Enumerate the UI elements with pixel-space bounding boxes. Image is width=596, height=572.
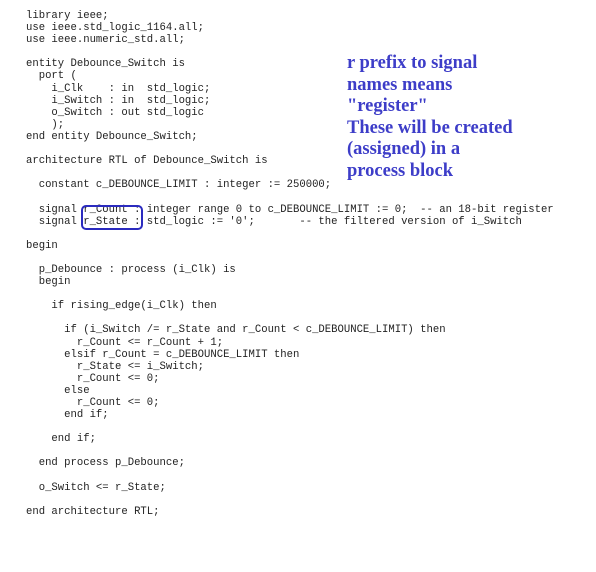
code-line: end process p_Debounce; xyxy=(26,457,185,470)
code-line: end if; xyxy=(26,433,96,446)
code-line: begin xyxy=(26,239,58,252)
code-line: elsif r_Count = c_DEBOUNCE_LIMIT then xyxy=(26,348,300,361)
annotation-note: r prefix to signal names means "register… xyxy=(347,53,513,181)
code-line: if rising_edge(i_Clk) then xyxy=(26,300,217,313)
code-line: r_Count <= r_Count + 1; xyxy=(26,336,224,349)
code-line: r_State <= i_Switch; xyxy=(26,360,205,373)
code-line: library ieee; xyxy=(26,10,109,22)
code-line: else xyxy=(26,384,90,397)
code-line: begin xyxy=(26,276,71,289)
code-line: r_Count <= 0; xyxy=(26,372,160,385)
signal-name-highlight-box xyxy=(81,205,143,230)
code-line: end architecture RTL; xyxy=(26,505,160,518)
code-line: use ieee.numeric_std.all; xyxy=(26,34,185,47)
code-line: r_Count <= 0; xyxy=(26,397,160,409)
code-line: use ieee.std_logic_1164.all; xyxy=(26,22,205,35)
code-line: o_Switch <= r_State; xyxy=(26,481,166,494)
code-line: end if; xyxy=(26,409,109,422)
code-line: p_Debounce : process (i_Clk) is xyxy=(26,263,236,276)
code-line: if (i_Switch /= r_State and r_Count < c_… xyxy=(26,324,446,337)
